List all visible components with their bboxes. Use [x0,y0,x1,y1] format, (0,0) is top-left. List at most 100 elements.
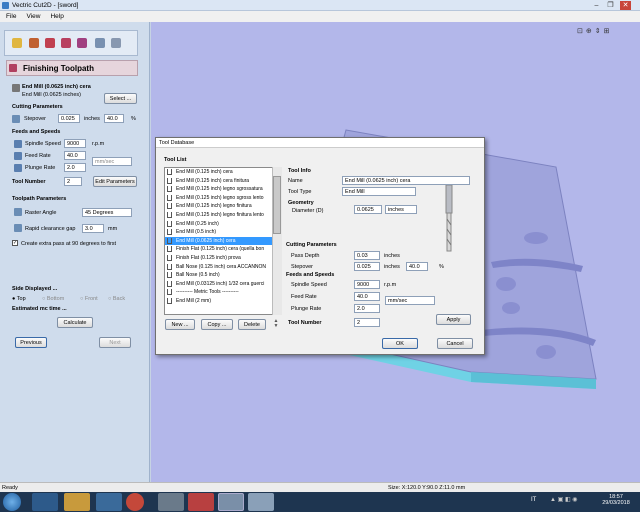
dlg-stepover-input[interactable]: 0.025 [354,262,380,271]
menu-view[interactable]: View [26,13,40,20]
toolpath-icon-7[interactable] [111,38,121,48]
taskbar-media-icon[interactable] [96,493,122,511]
select-tool-button[interactable]: Select ... [104,93,137,104]
feed-input[interactable]: 40.0 [64,151,86,160]
app-icon [2,2,9,9]
edit-parameters-button[interactable]: Edit Parameters [93,176,137,187]
rate-unit-select[interactable]: mm/sec [92,157,132,166]
dlg-stepover-unit: inches [384,264,400,270]
side-bottom-label: Bottom [46,296,65,302]
minimize-button[interactable]: – [591,1,602,10]
toolpath-icon-6[interactable] [95,38,105,48]
diameter-input[interactable]: 0.0625 [354,205,382,214]
previous-button[interactable]: Previous [15,337,47,348]
tool-list-item[interactable]: End Mill (2 mm) [165,297,281,306]
side-radio-front[interactable]: ○ Front [80,296,98,302]
tool-list-item[interactable]: End Mill (0.125 inch) legno finitura len… [165,211,281,220]
taskbar-explorer-icon[interactable] [64,493,90,511]
taskbar-app-icon-3[interactable] [248,493,274,511]
dlg-plunge-input[interactable]: 2.0 [354,304,380,313]
dlg-feed-unit-select[interactable]: mm/sec [385,296,435,305]
toolpath-icon-1[interactable] [12,38,22,48]
raster-angle-select[interactable]: 45 Degrees [82,208,132,217]
stepover-input[interactable]: 0.025 [58,114,80,123]
start-button[interactable] [3,493,21,511]
dlg-feeds-speeds-heading: Feeds and Speeds [286,272,335,278]
taskbar-ie-icon[interactable] [32,493,58,511]
dlg-tool-number-input[interactable]: 2 [354,318,380,327]
tool-list-item[interactable]: End Mill (0.0625 inch) cera [165,236,281,246]
copy-tool-button[interactable]: Copy ... [201,319,233,330]
rapid-gap-input[interactable]: 3.0 [82,224,104,233]
toolpath-icon-2[interactable] [29,38,39,48]
tool-type-select[interactable]: End Mill [342,187,416,196]
tool-list-item[interactable]: Ball Nose (0.125 inch) cera ACCANNON [165,263,281,272]
tool-list-item[interactable]: ---------- Metric Tools ---------- [165,288,281,297]
toolpath-icon-5[interactable] [77,38,87,48]
taskbar-app-icon-2[interactable] [188,493,214,511]
tool-list-item[interactable]: End Mill (0.125 inch) cera finitura [165,177,281,186]
side-radio-top[interactable]: ● Top [12,296,26,302]
plunge-input[interactable]: 2.0 [64,163,86,172]
close-button[interactable]: ✕ [620,1,631,10]
menu-file[interactable]: File [6,13,16,20]
tool-list-item-label: Ball Nose (0.125 inch) cera ACCANNON [176,263,267,270]
tool-list-item[interactable]: End Mill (0.125 inch) legno sgross lento [165,194,281,203]
stepover-percent-input[interactable]: 40.0 [104,114,124,123]
clock[interactable]: 18:57 29/03/2018 [601,494,631,506]
menu-bar: File View Help [0,11,640,22]
taskbar-chrome-icon[interactable] [126,493,144,511]
pass-depth-input[interactable]: 0.03 [354,251,380,260]
next-button[interactable]: Next [99,337,131,348]
tool-type-icon [167,229,172,236]
language-indicator[interactable]: IT [531,497,536,503]
calculate-button[interactable]: Calculate [57,317,93,328]
rapid-gap-unit: mm [108,226,118,232]
tray-icons[interactable]: ▲ ▣ ◧ ◉ [550,496,590,506]
tool-list-item[interactable]: End Mill (0.125 inch) cera [165,168,281,177]
apply-button[interactable]: Apply [436,314,471,325]
tool-type-icon [167,289,172,296]
tool-list-item[interactable]: End Mill (0.03125 inch) 1/32 cera guerci [165,280,281,289]
tool-list-item[interactable]: End Mill (0.5 inch) [165,228,281,237]
feeds-speeds-heading: Feeds and Speeds [12,129,61,135]
tool-list-item[interactable]: End Mill (0.125 inch) legno finitura [165,202,281,211]
dlg-stepover-percent-input[interactable]: 40.0 [406,262,428,271]
diameter-unit-select[interactable]: inches [385,205,417,214]
spindle-input[interactable]: 9000 [64,139,86,148]
tool-number-input[interactable]: 2 [64,177,82,186]
tool-list-item[interactable]: Ball Nose (0.5 inch) [165,271,281,280]
tool-list-item[interactable]: Finish Flat (0.125 inch) cera (quella bo… [165,245,281,254]
toolpath-icon-4[interactable] [61,38,71,48]
dlg-percent-sign: % [439,264,444,270]
tool-list[interactable]: End Mill (0.125 inch) cera End Mill (0.12… [164,167,282,315]
ok-button[interactable]: OK [382,338,418,349]
dlg-feed-input[interactable]: 40.0 [354,292,380,301]
tool-name-input[interactable]: End Mill (0.0625 inch) cera [342,176,470,185]
side-radio-back[interactable]: ○ Back [108,296,125,302]
dlg-spindle-input[interactable]: 9000 [354,280,380,289]
extra-pass-checkbox[interactable]: ✓ [12,240,18,246]
tool-type-icon [167,220,172,227]
stepover-icon [12,115,20,123]
title-bar: Vectric Cut2D - [sword] [0,0,640,11]
tool-list-item-label: End Mill (0.125 inch) legno sgross lento [176,194,264,201]
reorder-arrows-icon[interactable]: ▲ ▼ [272,319,280,330]
tool-list-item-label: End Mill (0.0625 inch) cera [176,237,236,244]
new-tool-button[interactable]: New ... [165,319,195,330]
taskbar-app-icon-1[interactable] [158,493,184,511]
tool-list-item[interactable]: Finish Flat (0.125 inch) prova [165,254,281,263]
view-toolbar[interactable]: ⊡⊕⇕⊞ [577,27,637,37]
taskbar-cut2d-icon[interactable] [218,493,244,511]
side-radio-bottom[interactable]: ○ Bottom [42,296,64,302]
rapid-gap-icon [14,224,22,232]
cancel-button[interactable]: Cancel [437,338,473,349]
menu-help[interactable]: Help [50,13,63,20]
toolpath-icon-3[interactable] [45,38,55,48]
tool-list-item[interactable]: End Mill (0.125 inch) legno sgrossatura [165,185,281,194]
feed-icon [14,152,22,160]
delete-tool-button[interactable]: Delete [238,319,266,330]
scrollbar-thumb[interactable] [273,176,281,234]
tool-list-item[interactable]: End Mill (0.25 inch) [165,220,281,229]
maximize-button[interactable]: ❐ [605,1,616,10]
